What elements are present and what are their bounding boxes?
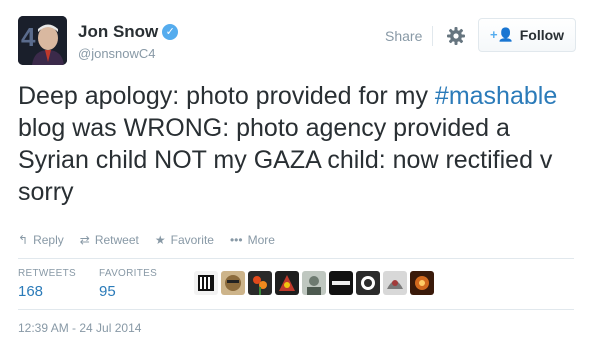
verified-badge-icon: ✓ — [162, 24, 179, 40]
username[interactable]: @jonsnowC4 — [78, 46, 156, 61]
display-name-text[interactable]: Jon Snow — [78, 22, 158, 42]
more-button[interactable]: ••• More — [230, 233, 275, 247]
favoriter-avatar[interactable] — [329, 271, 353, 295]
display-name[interactable]: Jon Snow ✓ — [78, 22, 179, 42]
tweet-text-part: Deep apology: photo provided for my — [18, 82, 435, 110]
favoriter-avatar[interactable] — [302, 271, 326, 295]
divider — [18, 258, 574, 259]
favorite-button[interactable]: ★ Favorite — [155, 233, 214, 247]
reply-icon: ↰ — [18, 233, 29, 247]
favoriter-avatar[interactable] — [383, 271, 407, 295]
retweets-count[interactable]: 168 — [18, 283, 76, 300]
favorite-label: Favorite — [170, 233, 214, 247]
favoriter-avatar[interactable] — [194, 271, 218, 295]
add-user-icon: +👤 — [489, 27, 514, 42]
favoriter-avatar[interactable] — [221, 271, 245, 295]
share-link[interactable]: Share — [385, 28, 422, 44]
avatar-image: 4 — [18, 16, 67, 65]
divider — [18, 309, 574, 310]
gear-icon[interactable] — [445, 25, 467, 47]
favorites-count[interactable]: 95 — [99, 283, 157, 300]
reply-label: Reply — [33, 233, 64, 247]
favoriter-avatar[interactable] — [275, 271, 299, 295]
favoriter-avatar[interactable] — [248, 271, 272, 295]
favoriters-avatars — [194, 271, 434, 295]
svg-text:4: 4 — [21, 22, 36, 52]
tweet-actions: ↰ Reply ⇄ Retweet ★ Favorite ••• More — [18, 233, 275, 247]
reply-button[interactable]: ↰ Reply — [18, 233, 64, 247]
tweet-text-part: blog was WRONG: photo agency provided a … — [18, 114, 553, 206]
retweets-stat[interactable]: RETWEETS 168 — [18, 268, 76, 300]
retweet-label: Retweet — [94, 233, 139, 247]
divider — [432, 26, 433, 46]
favoriter-avatar[interactable] — [356, 271, 380, 295]
follow-button[interactable]: +👤 Follow — [478, 18, 576, 52]
retweets-label: RETWEETS — [18, 268, 76, 279]
hashtag-link[interactable]: #mashable — [435, 82, 557, 110]
favorites-label: FAVORITES — [99, 268, 158, 279]
timestamp[interactable]: 12:39 AM - 24 Jul 2014 — [18, 321, 141, 335]
favorites-stat[interactable]: FAVORITES 95 — [99, 268, 157, 300]
more-label: More — [247, 233, 275, 247]
follow-button-label: Follow — [519, 27, 565, 43]
retweet-button[interactable]: ⇄ Retweet — [80, 233, 139, 247]
more-dots-icon: ••• — [229, 233, 243, 247]
tweet-card: 4 Jon Snow ✓ @jonsnowC4 Share +👤 Follow — [0, 0, 590, 356]
star-icon: ★ — [154, 233, 166, 247]
tweet-text: Deep apology: photo provided for my #mas… — [18, 80, 578, 208]
favoriter-avatar[interactable] — [410, 271, 434, 295]
retweet-icon: ⇄ — [79, 233, 90, 247]
avatar[interactable]: 4 — [18, 16, 67, 65]
